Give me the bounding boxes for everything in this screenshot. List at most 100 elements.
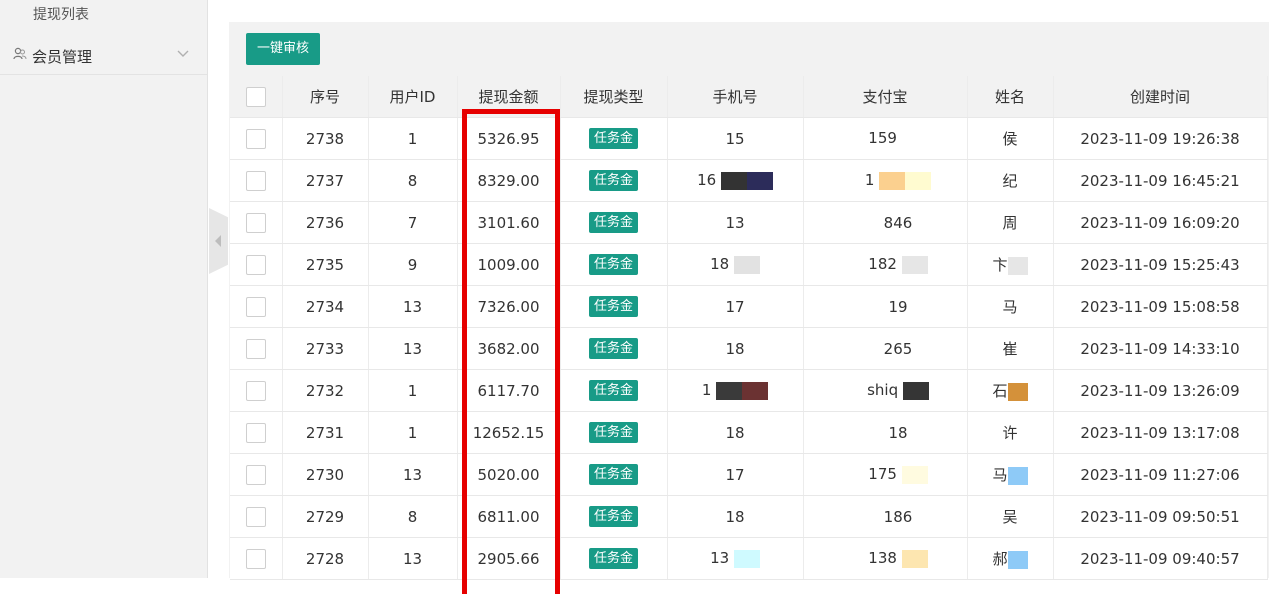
cell-name-text: 马	[992, 466, 1008, 484]
cell-user-id-text: 1	[407, 423, 418, 442]
cell-name-text: 卞	[992, 256, 1008, 274]
table-row[interactable]: 2728 13 2905.66 任务金 13 138 郝 2023-11-09 09:40…	[230, 537, 1268, 580]
row-checkbox-cell[interactable]	[230, 537, 283, 580]
sidebar-item-member-management[interactable]: 会员管理	[0, 36, 207, 75]
table-row[interactable]: 2732 1 6117.70 任务金 1 shiq 石 2023-11-09 13:26:…	[230, 369, 1268, 412]
row-checkbox-cell[interactable]	[230, 201, 283, 244]
cell-alipay-text: 1	[864, 171, 875, 190]
col-header-type: 提现类型	[560, 76, 668, 118]
cell-phone: 17	[667, 453, 804, 496]
table-row[interactable]: 2731 1 12652.15 任务金 18 18 许 2023-11-09 13:17:…	[230, 411, 1268, 454]
table-row[interactable]: 2729 8 6811.00 任务金 18 186 吴 2023-11-09 09:50:…	[230, 495, 1268, 538]
caret-left-icon	[215, 235, 221, 247]
table-row[interactable]: 2733 13 3682.00 任务金 18 265 崔 2023-11-09 14:33…	[230, 327, 1268, 370]
cell-created-time: 2023-11-09 16:45:21	[1053, 159, 1268, 202]
row-checkbox-cell[interactable]	[230, 243, 283, 286]
cell-name: 石	[967, 369, 1054, 412]
cell-user-id: 1	[368, 117, 458, 160]
cell-alipay: 175	[803, 453, 968, 496]
type-badge: 任务金	[588, 338, 638, 359]
cell-amount: 2905.66	[457, 537, 561, 580]
redaction-mark	[733, 549, 760, 568]
row-checkbox[interactable]	[245, 464, 266, 485]
cell-phone: 1	[667, 369, 804, 412]
cell-alipay-text: 18	[888, 423, 908, 442]
cell-created-time: 2023-11-09 13:26:09	[1053, 369, 1268, 412]
row-checkbox-cell[interactable]	[230, 285, 283, 328]
cell-phone-text: 18	[710, 255, 730, 274]
withdraw-table: 序号 用户ID 提现金额 提现类型 手机号 支付宝 姓名 创建时间 2738 1 5…	[230, 76, 1268, 580]
cell-alipay-text: 265	[883, 339, 913, 358]
table-row[interactable]: 2730 13 5020.00 任务金 17 175 马 2023-11-09 11:27…	[230, 453, 1268, 496]
col-header-id: 序号	[282, 76, 369, 118]
cell-alipay: 265	[803, 327, 968, 370]
row-checkbox[interactable]	[245, 338, 266, 359]
row-checkbox-cell[interactable]	[230, 159, 283, 202]
cell-user-id-text: 8	[407, 171, 418, 190]
cell-phone-text: 13	[710, 549, 730, 568]
cell-phone: 16	[667, 159, 804, 202]
row-checkbox[interactable]	[245, 128, 266, 149]
cell-id: 2736	[282, 201, 369, 244]
sidebar-item-withdraw-list[interactable]: 提现列表	[33, 4, 89, 24]
row-checkbox[interactable]	[245, 548, 266, 569]
cell-user-id: 8	[368, 495, 458, 538]
table-row[interactable]: 2734 13 7326.00 任务金 17 19 马 2023-11-09 15:08:…	[230, 285, 1268, 328]
cell-phone-text: 18	[725, 339, 745, 358]
cell-alipay: 159	[803, 117, 968, 160]
cell-phone-text: 18	[725, 423, 745, 442]
cell-alipay: 846	[803, 201, 968, 244]
select-all-checkbox-cell[interactable]	[230, 76, 283, 118]
batch-audit-button[interactable]: 一键审核	[246, 33, 320, 65]
type-badge: 任务金	[588, 464, 638, 485]
row-checkbox[interactable]	[245, 380, 266, 401]
table-row[interactable]: 2736 7 3101.60 任务金 13 846 周 2023-11-09 16:09:…	[230, 201, 1268, 244]
type-badge: 任务金	[588, 128, 638, 149]
select-all-checkbox[interactable]	[245, 86, 266, 107]
cell-phone: 13	[667, 201, 804, 244]
row-checkbox[interactable]	[245, 422, 266, 443]
cell-type: 任务金	[560, 537, 668, 580]
row-checkbox-cell[interactable]	[230, 411, 283, 454]
cell-id: 2735	[282, 243, 369, 286]
cell-user-id: 1	[368, 369, 458, 412]
cell-created-time: 2023-11-09 19:26:38	[1053, 117, 1268, 160]
row-checkbox[interactable]	[245, 212, 266, 233]
redaction-mark	[1007, 382, 1028, 401]
cell-name: 马	[967, 285, 1054, 328]
row-checkbox-cell[interactable]	[230, 453, 283, 496]
cell-amount: 12652.15	[457, 411, 561, 454]
cell-user-id: 1	[368, 411, 458, 454]
cell-user-id-text: 8	[407, 507, 418, 526]
table-row[interactable]: 2735 9 1009.00 任务金 18 182 卞 2023-11-09 15:25:…	[230, 243, 1268, 286]
cell-alipay-text: 182	[868, 255, 897, 274]
table-row[interactable]: 2737 8 8329.00 任务金 16 1 纪 2023-11-09 16:45:21	[230, 159, 1268, 202]
cell-name: 纪	[967, 159, 1054, 202]
row-checkbox-cell[interactable]	[230, 495, 283, 538]
cell-name-text: 周	[1002, 214, 1018, 232]
redaction-mark	[1007, 466, 1028, 485]
cell-alipay: 186	[803, 495, 968, 538]
row-checkbox[interactable]	[245, 170, 266, 191]
table-row[interactable]: 2738 1 5326.95 任务金 15 159 侯 2023-11-09 19:26:…	[230, 117, 1268, 160]
row-checkbox[interactable]	[245, 296, 266, 317]
cell-type: 任务金	[560, 285, 668, 328]
row-checkbox-cell[interactable]	[230, 369, 283, 412]
cell-phone: 18	[667, 495, 804, 538]
col-header-alipay: 支付宝	[803, 76, 968, 118]
cell-amount: 3101.60	[457, 201, 561, 244]
cell-alipay-text: 138	[868, 549, 897, 568]
row-checkbox-cell[interactable]	[230, 117, 283, 160]
cell-id: 2738	[282, 117, 369, 160]
row-checkbox-cell[interactable]	[230, 327, 283, 370]
sidebar-collapse-handle[interactable]	[209, 208, 228, 274]
type-badge: 任务金	[588, 380, 638, 401]
row-checkbox[interactable]	[245, 254, 266, 275]
cell-user-id-text: 1	[407, 381, 418, 400]
cell-alipay: 138	[803, 537, 968, 580]
row-checkbox[interactable]	[245, 506, 266, 527]
cell-alipay-text: 186	[883, 507, 913, 526]
cell-name-text: 郝	[992, 550, 1008, 568]
type-badge: 任务金	[588, 422, 638, 443]
cell-name-text: 马	[1002, 298, 1018, 316]
